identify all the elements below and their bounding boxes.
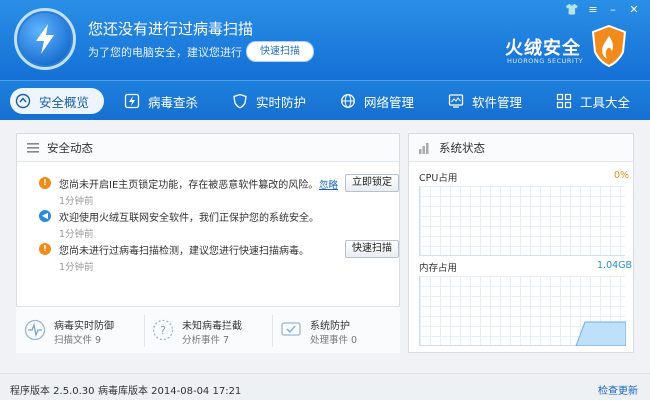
memory-label: 内存占用 — [419, 263, 458, 274]
warning-icon: ! — [39, 243, 51, 255]
shield-icon — [233, 93, 247, 109]
news-time: 1分钟前 — [59, 229, 94, 240]
scan-status-subtitle: 为了您的电脑安全，建议您进行 — [88, 46, 242, 59]
stat-title: 系统防护 — [310, 321, 350, 332]
quick-scan-small-button[interactable]: 快速扫描 — [345, 240, 399, 258]
tab-label: 网络管理 — [364, 94, 415, 110]
quick-scan-button[interactable]: 快速扫描 — [246, 41, 314, 62]
question-icon: ? — [152, 319, 174, 341]
warning-icon: ! — [39, 177, 51, 189]
memory-graph — [419, 276, 626, 346]
tab-label: 病毒查杀 — [148, 94, 199, 110]
tab-software[interactable]: 软件管理 — [448, 81, 522, 121]
news-time: 1分钟前 — [59, 196, 94, 207]
pulse-icon — [24, 319, 46, 341]
cpu-label: CPU占用 — [419, 173, 458, 184]
news-message: 您尚未进行过病毒扫描检测，建议您进行快速扫描病毒。 — [59, 246, 309, 257]
stat-system-protection[interactable]: 系统防护 处理事件 0 — [272, 307, 400, 354]
tab-realtime-protection[interactable]: 实时防护 — [232, 81, 306, 121]
stat-title: 未知病毒拦截 — [182, 321, 242, 332]
minimize-icon[interactable]: – — [606, 3, 620, 17]
bars-icon — [419, 142, 429, 154]
globe-icon — [341, 94, 355, 108]
tab-label: 软件管理 — [472, 94, 523, 110]
bolt-icon — [124, 93, 140, 109]
panel-title: 安全动态 — [47, 140, 93, 155]
app-window: 您还没有进行过病毒扫描 为了您的电脑安全，建议您进行 快速扫描 火绒安全 HUO… — [0, 0, 650, 400]
stat-value: 处理事件 0 — [310, 335, 358, 346]
stat-value: 分析事件 7 — [182, 335, 230, 346]
check-update-link[interactable]: 检查更新 — [598, 382, 638, 397]
stat-title: 病毒实时防御 — [54, 321, 114, 332]
brand-subtitle: HUORONG SECURITY — [507, 57, 584, 65]
stat-unknown-virus[interactable]: ? 未知病毒拦截 分析事件 7 — [144, 307, 272, 354]
memory-value: 1.04GB — [597, 260, 633, 271]
screen-icon — [281, 322, 301, 336]
header-banner: 您还没有进行过病毒扫描 为了您的电脑安全，建议您进行 快速扫描 火绒安全 HUO… — [0, 0, 650, 80]
news-message: 您尚未开启IE主页锁定功能，存在被恶意软件篡改的风险。 — [59, 180, 319, 191]
scan-status-title: 您还没有进行过病毒扫描 — [88, 20, 254, 38]
tab-overview[interactable]: 安全概览 — [10, 81, 104, 121]
monitor-icon — [448, 94, 464, 108]
virus-db-version: 病毒库版本 2014-08-04 17:21 — [98, 386, 242, 397]
tab-virus-scan[interactable]: 病毒查杀 — [124, 81, 198, 121]
speaker-icon: ◀ — [39, 210, 51, 222]
ignore-link[interactable]: 忽略 — [319, 177, 338, 191]
bolt-logo-icon — [14, 8, 76, 70]
tab-label: 安全概览 — [39, 94, 90, 110]
system-status-header: 系统状态 — [409, 134, 633, 162]
system-status-panel: 系统状态 CPU占用 0% 内存占用 1.04GB — [408, 133, 634, 353]
flame-shield-icon — [591, 24, 627, 68]
memory-usage-area — [575, 321, 626, 346]
cpu-value: 0% — [614, 170, 630, 181]
svg-text:?: ? — [160, 324, 166, 337]
cpu-graph — [419, 186, 625, 256]
security-news-header: 安全动态 — [17, 134, 399, 162]
status-bar: 程序版本 2.5.0.30 病毒库版本 2014-08-04 17:21 检查更… — [0, 373, 650, 400]
tab-network[interactable]: 网络管理 — [340, 81, 414, 121]
lock-now-button[interactable]: 立即锁定 — [345, 174, 399, 192]
tab-label: 工具大全 — [580, 94, 631, 110]
main-nav: 安全概览 病毒查杀 实时防护 网络管理 软件管理 工具大全 — [0, 80, 650, 120]
stat-realtime-defense[interactable]: 病毒实时防御 扫描文件 9 — [16, 307, 144, 354]
panel-title: 系统状态 — [439, 140, 485, 155]
close-icon[interactable]: ✕ — [627, 3, 641, 17]
tab-label: 实时防护 — [256, 94, 307, 110]
news-time: 1分钟前 — [59, 262, 94, 273]
tab-tools[interactable]: 工具大全 — [556, 81, 630, 121]
list-icon — [27, 142, 39, 153]
grid-icon — [556, 93, 572, 109]
home-icon — [15, 93, 31, 109]
protection-stats: 病毒实时防御 扫描文件 9 ? 未知病毒拦截 分析事件 7 系统防护 处理事件 … — [16, 306, 400, 353]
menu-icon[interactable]: ≡ — [586, 3, 600, 17]
stat-value: 扫描文件 9 — [54, 335, 102, 346]
program-version: 程序版本 2.5.0.30 — [10, 386, 95, 397]
skin-icon[interactable]: 👕 — [565, 3, 579, 17]
news-message: 欢迎使用火绒互联网安全软件，我们正保护您的系统安全。 — [59, 213, 319, 224]
